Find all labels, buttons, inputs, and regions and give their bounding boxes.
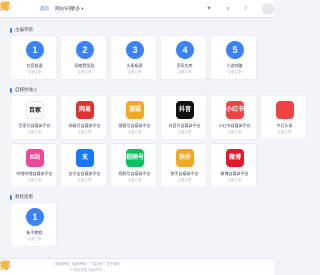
app-card[interactable]: 快手快手自媒体平台 注册立享: [160, 143, 207, 188]
app-subtitle: 注册立享: [27, 70, 42, 74]
app-name: 视频号自媒体平台: [118, 171, 151, 176]
app-icon: B站: [26, 149, 44, 167]
footer: 鄉 网站声明 · 免责声明 · 广告合作 · 关于我们 © 网站导航 版权所有: [0, 258, 274, 275]
app-name: 今日头条: [276, 123, 293, 128]
app-subtitle: 注册立享: [127, 178, 142, 182]
app-icon: 3: [126, 41, 144, 59]
app-subtitle: 注册立享: [127, 70, 142, 74]
app-icon: 百家: [26, 101, 44, 119]
app-subtitle: 注册立享: [127, 130, 142, 134]
app-subtitle: 注册立享: [27, 237, 42, 241]
app-icon: 搜狐: [126, 101, 144, 119]
app-card[interactable]: B站哔哩哔哩自媒体平台 注册立享: [10, 143, 57, 188]
app-subtitle: 注册立享: [227, 70, 242, 74]
app-card[interactable]: 3 头条极速注册立享: [110, 35, 157, 80]
nav-home[interactable]: 首页: [40, 0, 49, 18]
app-card[interactable]: 抖音抖音号自媒体平台 注册立享: [160, 95, 207, 140]
app-icon: 抖音: [176, 101, 194, 119]
section-title-tutorial: 教程指南: [10, 192, 33, 202]
app-icon: 快手: [176, 149, 194, 167]
app-card[interactable]: 5 小游戏赚注册立享: [210, 35, 257, 80]
app-icon: 2: [76, 41, 94, 59]
app-subtitle: 注册立享: [177, 130, 192, 134]
moon-icon[interactable]: ☾: [243, 5, 251, 13]
app-name: 抖音号自媒体平台: [168, 123, 201, 128]
app-subtitle: 注册立享: [177, 70, 192, 74]
app-icon: 1: [26, 41, 44, 59]
footer-copyright: © 网站导航 版权所有: [70, 268, 103, 272]
app-icon: [276, 101, 294, 119]
app-card[interactable]: 视频号视频号自媒体平台 注册立享: [110, 143, 157, 188]
app-name: 搜狐号自媒体平台: [118, 123, 151, 128]
app-card[interactable]: 网易网易号自媒体平台 注册立享: [60, 95, 107, 140]
app-subtitle: 注册立享: [77, 178, 92, 182]
app-card[interactable]: 支支付宝自媒体平台 注册立享: [60, 143, 107, 188]
avatar[interactable]: [262, 3, 274, 15]
app-card[interactable]: 2 网络赞奖励注册立享: [60, 35, 107, 80]
app-subtitle: 注册立享: [77, 70, 92, 74]
footer-logo: 鄉: [0, 261, 10, 272]
app-name: 小红书自媒体平台: [218, 123, 251, 128]
app-name: 小游戏赚: [226, 63, 243, 68]
app-subtitle: 注册立享: [227, 178, 242, 182]
app-name: 网络赞奖励: [74, 63, 95, 68]
search-icon[interactable]: ⌕: [224, 5, 232, 13]
app-icon: 视频号: [126, 149, 144, 167]
top-navigation-bar: 鄉 首页 网站导航 更多 ▾ ✦ ⌕ ☾: [0, 0, 274, 18]
app-icon: 5: [226, 41, 244, 59]
app-card[interactable]: 1 新手教程注册立享: [10, 202, 57, 247]
app-name: 头条极速: [126, 63, 143, 68]
app-subtitle: 注册立享: [27, 178, 42, 182]
app-name: 支付宝自媒体平台: [68, 171, 101, 176]
app-icon: 支: [76, 149, 94, 167]
app-name: 抖音极速: [26, 63, 43, 68]
section-title-main: 主编项目: [10, 25, 33, 35]
site-logo[interactable]: 鄉: [0, 2, 14, 14]
nav-more-dropdown[interactable]: 更多 ▾: [71, 0, 84, 18]
app-subtitle: 注册立享: [77, 130, 92, 134]
app-icon: 小红书: [226, 101, 244, 119]
app-name: 百家号自媒体平台: [18, 123, 51, 128]
app-subtitle: 注册立享: [277, 130, 292, 134]
app-subtitle: 注册立享: [27, 130, 42, 134]
app-icon: 4: [176, 41, 194, 59]
app-subtitle: 注册立享: [177, 178, 192, 182]
app-card[interactable]: 微博微博自媒体平台 注册立享: [210, 143, 257, 188]
app-card[interactable]: 1 抖音极速注册立享: [10, 35, 57, 80]
section-title-media: 自媒体收入: [10, 85, 38, 95]
app-icon: 1: [26, 208, 44, 226]
lightbulb-icon[interactable]: ✦: [205, 5, 213, 13]
app-card[interactable]: 小红书小红书自媒体平台 注册立享: [210, 95, 257, 140]
app-name: 新手教程: [26, 230, 43, 235]
app-name: 哔哩哔哩自媒体平台: [16, 171, 53, 176]
app-icon: 网易: [76, 101, 94, 119]
app-card[interactable]: 4 百家文库注册立享: [160, 35, 207, 80]
app-card[interactable]: 搜狐搜狐号自媒体平台 注册立享: [110, 95, 157, 140]
app-name: 微博自媒体平台: [220, 171, 249, 176]
app-name: 网易号自媒体平台: [68, 123, 101, 128]
app-card[interactable]: 百家百家号自媒体平台 注册立享: [10, 95, 57, 140]
app-icon: 微博: [226, 149, 244, 167]
app-card[interactable]: 今日头条 注册立享: [260, 95, 307, 140]
footer-links[interactable]: 网站声明 · 免责声明 · 广告合作 · 关于我们: [55, 262, 120, 267]
app-name: 快手自媒体平台: [170, 171, 199, 176]
app-subtitle: 注册立享: [227, 130, 242, 134]
app-name: 百家文库: [176, 63, 193, 68]
